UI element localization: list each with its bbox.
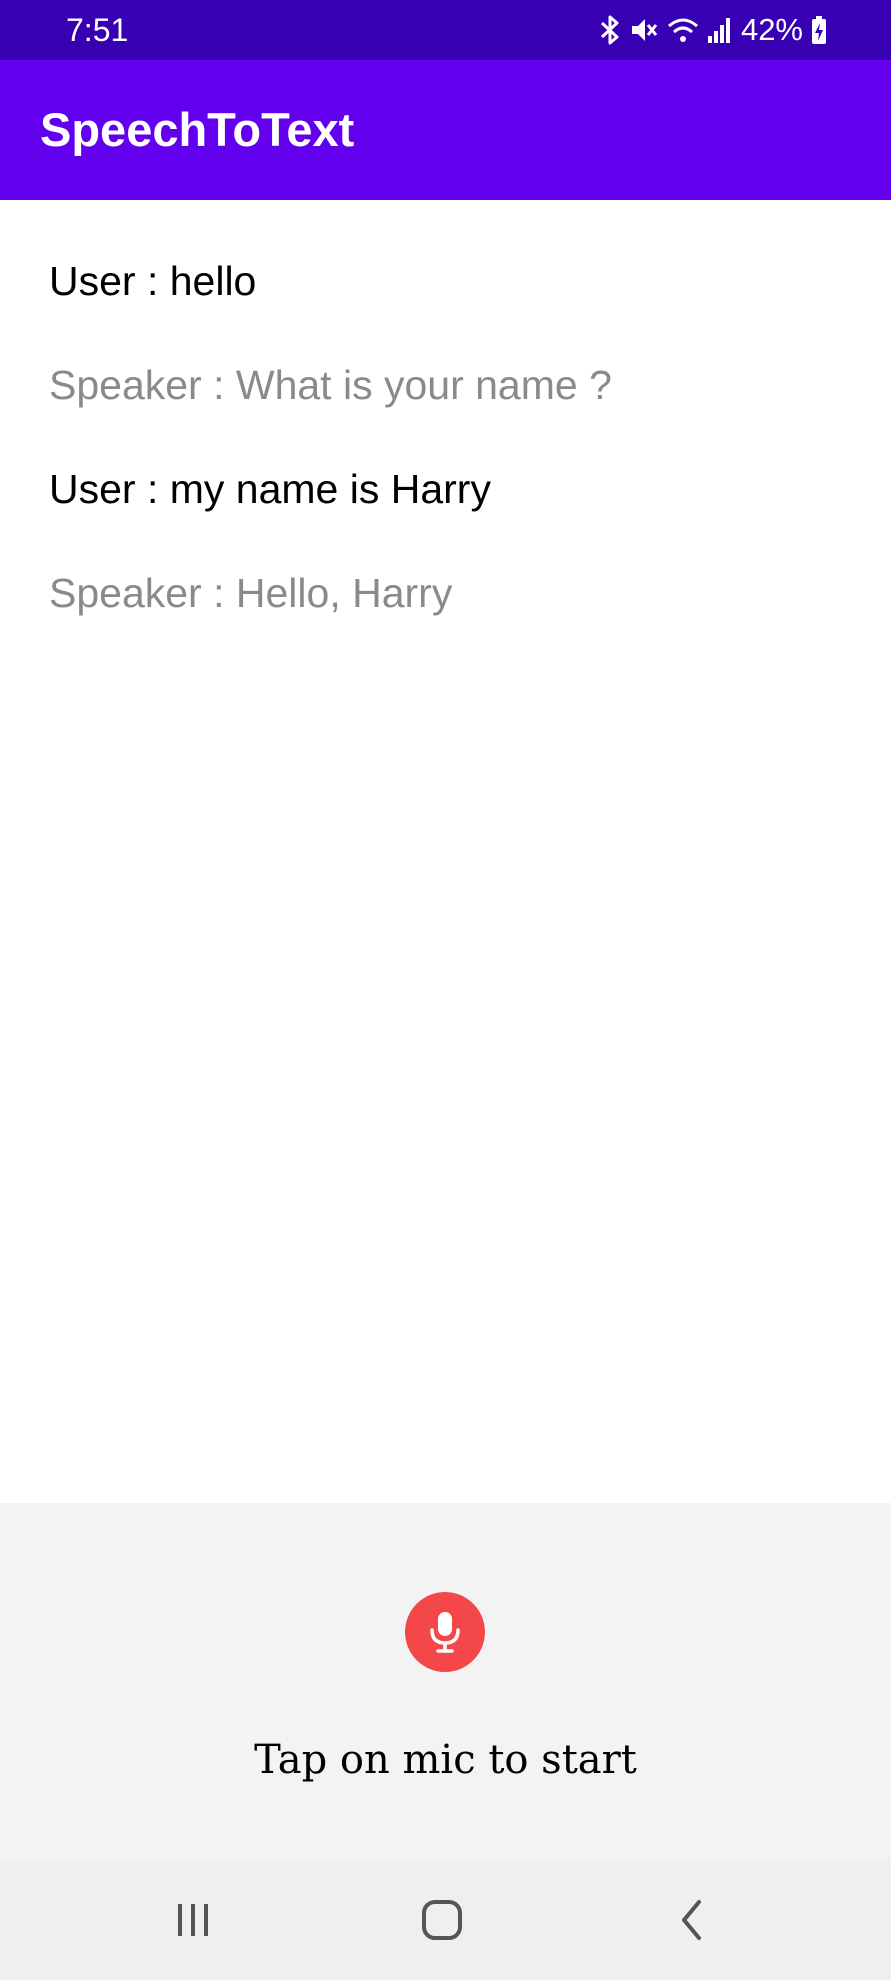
conversation-list: User : hello Speaker : What is your name… xyxy=(0,200,891,1503)
user-message: User : my name is Harry xyxy=(49,466,491,512)
signal-icon xyxy=(707,15,733,45)
mic-panel: Tap on mic to start xyxy=(0,1503,891,1860)
speaker-message: Speaker : Hello, Harry xyxy=(49,570,453,616)
battery-charging-icon xyxy=(811,15,827,45)
battery-percent: 42% xyxy=(740,12,803,47)
recent-apps-icon xyxy=(173,1900,213,1940)
app-title: SpeechToText xyxy=(40,103,355,156)
back-button[interactable] xyxy=(642,1880,742,1960)
home-icon xyxy=(420,1898,464,1942)
back-icon xyxy=(677,1898,707,1942)
status-time: 7:51 xyxy=(66,12,129,48)
app-bar: SpeechToText xyxy=(0,60,891,200)
mic-button[interactable] xyxy=(405,1592,485,1672)
wifi-icon xyxy=(667,15,699,45)
mic-hint: Tap on mic to start xyxy=(254,1737,637,1783)
home-button[interactable] xyxy=(392,1880,492,1960)
status-bar: 7:51 42% xyxy=(0,0,891,60)
bluetooth-icon xyxy=(599,15,621,45)
recent-apps-button[interactable] xyxy=(143,1880,243,1960)
speaker-message: Speaker : What is your name ? xyxy=(49,362,612,408)
microphone-icon xyxy=(425,1610,465,1654)
user-message: User : hello xyxy=(49,258,257,304)
navigation-bar xyxy=(0,1860,891,1980)
status-icons: 42% xyxy=(599,14,827,46)
mute-icon xyxy=(629,15,659,45)
